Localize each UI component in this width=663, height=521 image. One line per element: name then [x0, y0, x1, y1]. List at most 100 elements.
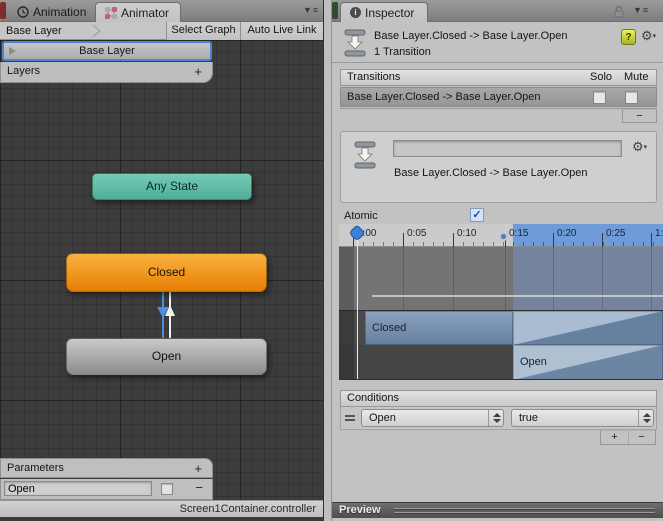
open-bar-label: Open	[520, 356, 547, 368]
header-gear-icon[interactable]: ⚙▾	[641, 28, 656, 45]
foldout-triangle-icon	[9, 47, 16, 55]
add-parameter-button[interactable]: +	[194, 459, 202, 478]
preview-grip-icon	[394, 512, 655, 513]
inspector-pane-menu-icon[interactable]: ▼≡	[633, 5, 649, 15]
transition-row-label: Base Layer.Closed -> Base Layer.Open	[347, 91, 541, 103]
transitions-header-label: Transitions	[347, 71, 401, 83]
tick-label: 0:05	[407, 228, 427, 239]
tick-label: 0:10	[457, 228, 477, 239]
parameter-name-field[interactable]	[4, 481, 152, 496]
animator-tabbar: Animation Animator ▼≡	[0, 0, 323, 22]
preview-bar[interactable]: Preview	[332, 502, 663, 518]
layer-row-base-layer[interactable]: Base Layer	[2, 41, 212, 61]
remove-condition-button[interactable]: −	[628, 431, 655, 444]
dropdown-arrows-icon	[488, 410, 503, 426]
open-track: Open	[339, 345, 663, 379]
preview-grip-icon	[394, 508, 655, 509]
animator-panel: Animation Animator ▼≡ Base Layer Select …	[0, 0, 323, 521]
transition-start-marker[interactable]	[499, 232, 508, 241]
animator-toolbar: Base Layer Select Graph Auto Live Link	[0, 22, 323, 40]
transition-detail-box: ⚙▾ Base Layer.Closed -> Base Layer.Open	[340, 131, 657, 203]
state-machine-icon	[105, 6, 117, 19]
tab-animator[interactable]: Animator	[95, 2, 181, 22]
parameter-bool-checkbox[interactable]	[161, 483, 173, 495]
condition-parameter-dropdown[interactable]: Open	[361, 409, 504, 427]
mute-column-label: Mute	[624, 71, 649, 83]
tab-animation-label: Animation	[33, 5, 87, 19]
add-condition-button[interactable]: +	[601, 431, 629, 444]
panel-splitter[interactable]	[323, 0, 332, 521]
closed-bar-label: Closed	[372, 322, 407, 334]
add-layer-button[interactable]: +	[194, 62, 202, 81]
tick-label: 0:25	[606, 228, 626, 239]
tab-animation[interactable]: Animation	[8, 2, 95, 22]
closed-clip-fade[interactable]	[513, 311, 663, 345]
mute-checkbox[interactable]	[625, 91, 638, 104]
tab-inspector[interactable]: i Inspector	[340, 2, 428, 22]
atomic-label: Atomic	[344, 210, 378, 222]
drag-handle-icon[interactable]	[345, 415, 355, 421]
closed-clip-bar[interactable]: Closed	[365, 311, 513, 345]
atomic-checkbox[interactable]: ✓	[470, 208, 484, 222]
dropdown-arrows-icon	[638, 410, 653, 426]
transition-arrowhead-up-icon	[165, 305, 175, 316]
unity-editor: Animation Animator ▼≡ Base Layer Select …	[0, 0, 663, 521]
layers-header-label: Layers	[7, 65, 41, 77]
tick-label: 0:20	[557, 228, 577, 239]
parameter-row: −	[0, 479, 213, 500]
breadcrumb[interactable]: Base Layer	[6, 22, 62, 40]
transition-icon	[354, 141, 376, 169]
layers-header: Layers +	[0, 62, 213, 83]
tick-label: 1:00	[655, 228, 663, 239]
state-node-closed[interactable]: Closed	[66, 253, 267, 292]
pane-edge-green	[332, 2, 338, 19]
state-node-any-state[interactable]: Any State	[92, 173, 252, 200]
blend-curve-line	[372, 295, 663, 297]
detail-gear-icon[interactable]: ⚙▾	[632, 139, 647, 156]
select-graph-button[interactable]: Select Graph	[166, 22, 240, 40]
parameters-header: Parameters +	[0, 458, 213, 478]
tab-animator-label: Animator	[121, 5, 170, 20]
condition-value: true	[519, 412, 538, 424]
breadcrumb-chevron-icon	[92, 24, 102, 38]
transition-timeline[interactable]: 0:00 0:05 0:10 0:15 0:20 0:25 1:00	[339, 224, 663, 380]
transition-list-row[interactable]: Base Layer.Closed -> Base Layer.Open	[340, 87, 657, 107]
condition-parameter-value: Open	[369, 412, 396, 424]
condition-row: Open true	[340, 407, 657, 430]
timeline-ruler[interactable]: 0:00 0:05 0:10 0:15 0:20 0:25 1:00	[339, 224, 663, 247]
inspector-panel: i Inspector ▼≡ Base Layer.Closed -> Base…	[332, 0, 663, 521]
ruler-minor-ticks	[353, 242, 663, 246]
remove-parameter-button[interactable]: −	[195, 479, 203, 497]
tab-inspector-label: Inspector	[365, 5, 415, 20]
playhead-line	[357, 236, 358, 379]
transition-name-field[interactable]	[393, 140, 622, 157]
pane-edge-red	[0, 2, 6, 19]
state-node-open[interactable]: Open	[66, 338, 267, 375]
transition-icon	[344, 29, 366, 57]
auto-live-link-button[interactable]: Auto Live Link	[240, 22, 323, 40]
condition-value-dropdown[interactable]: true	[511, 409, 654, 427]
lock-icon[interactable]	[613, 5, 625, 18]
clock-icon	[17, 6, 29, 18]
transition-detail-label: Base Layer.Closed -> Base Layer.Open	[394, 167, 588, 179]
info-icon: i	[350, 7, 361, 18]
inspector-header: Base Layer.Closed -> Base Layer.Open 1 T…	[332, 22, 663, 63]
closed-track: Closed	[339, 311, 663, 345]
conditions-section-header: Conditions	[340, 390, 657, 407]
animator-pane-menu-icon[interactable]: ▼≡	[303, 5, 319, 15]
inspector-tabbar: i Inspector ▼≡	[332, 0, 663, 22]
layer-row-label: Base Layer	[79, 45, 135, 57]
controller-status-bar: Screen1Container.controller	[0, 500, 323, 517]
parameters-header-label: Parameters	[7, 462, 64, 474]
tick-label: 0:15	[509, 228, 529, 239]
preview-label: Preview	[339, 504, 381, 516]
condition-list-buttons: + −	[600, 430, 656, 445]
conditions-header-label: Conditions	[347, 392, 399, 404]
help-icon[interactable]: ?	[621, 29, 636, 45]
transition-count: 1 Transition	[374, 46, 431, 58]
open-clip-bar[interactable]: Open	[513, 345, 663, 379]
remove-transition-button[interactable]: −	[622, 109, 657, 123]
solo-column-label: Solo	[590, 71, 613, 83]
solo-checkbox[interactable]	[593, 91, 606, 104]
timeline-body: Closed Open	[339, 247, 663, 379]
